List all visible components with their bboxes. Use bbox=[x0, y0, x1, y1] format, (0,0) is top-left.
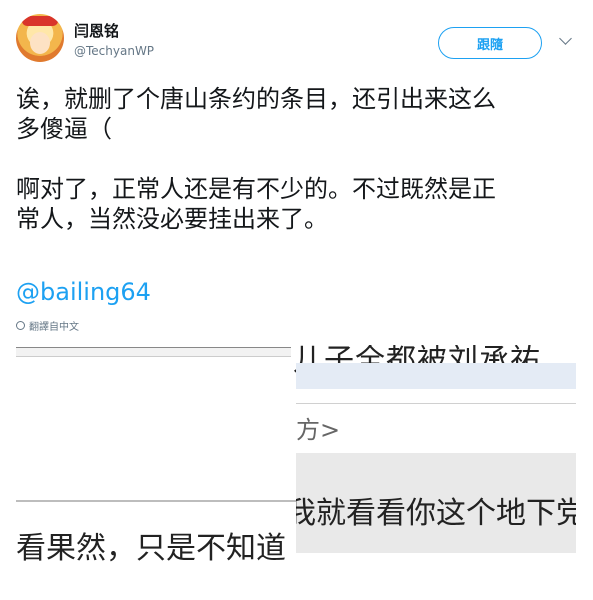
screenshot-text-middle: 我就看看你这个地下党 bbox=[296, 496, 576, 531]
avatar-bow bbox=[22, 16, 58, 26]
avatar[interactable] bbox=[16, 14, 64, 62]
mention-link[interactable]: @bailing64 bbox=[16, 278, 151, 306]
screenshot-text-place: 方> bbox=[296, 416, 341, 444]
panel-header-bar bbox=[296, 363, 576, 389]
globe-icon bbox=[16, 321, 25, 330]
screenshot-panel: 方> 我就看看你这个地下党 bbox=[296, 363, 576, 600]
screenshot-text-bottom: 看果然，只是不知道 bbox=[16, 531, 286, 566]
user-handle[interactable]: @TechyanWP bbox=[74, 44, 154, 58]
panel-divider bbox=[296, 403, 576, 404]
screenshot-divider bbox=[16, 500, 296, 502]
chevron-down-icon[interactable] bbox=[559, 32, 572, 45]
tweet-media[interactable]: 儿子全都被刘承祐 看果然，只是不知道 方> 我就看看你这个地下党 bbox=[16, 345, 576, 600]
follow-button[interactable]: 跟隨 bbox=[438, 27, 542, 59]
display-name[interactable]: 闫恩铭 bbox=[74, 20, 119, 41]
translate-notice[interactable]: 翻譯自中文 bbox=[16, 318, 79, 333]
avatar-face bbox=[30, 32, 50, 54]
translate-label: 翻譯自中文 bbox=[29, 322, 79, 333]
tweet-text: 诶，就删了个唐山条约的条目，还引出来这么 多傻逼（ 啊对了，正常人还是有不少的。… bbox=[16, 85, 496, 233]
screenshot-divider bbox=[16, 347, 291, 357]
